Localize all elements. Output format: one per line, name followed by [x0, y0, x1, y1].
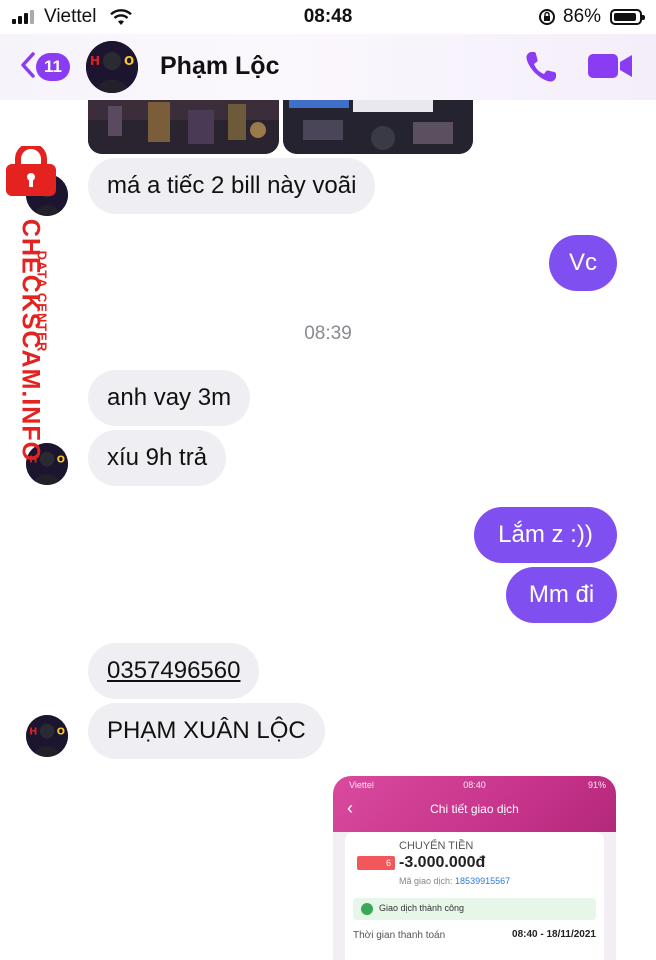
receipt-card: 6 CHUYỂN TIỀN -3.000.000đ Mã giao dịch: … — [345, 832, 604, 960]
incoming-message[interactable]: má a tiếc 2 bill này voãi — [88, 158, 376, 214]
sender-avatar[interactable]: H O — [26, 715, 68, 757]
timestamp-divider: 08:39 — [304, 323, 352, 344]
battery-percent: 86% — [563, 6, 602, 27]
transaction-type: CHUYỂN TIỀN — [399, 840, 474, 852]
message-text: má a tiếc 2 bill này voãi — [107, 172, 357, 199]
contact-avatar[interactable]: H O — [86, 41, 138, 93]
transaction-amount: -3.000.000đ — [399, 854, 486, 871]
outgoing-message[interactable]: Lắm z :)) — [474, 507, 617, 563]
transfer-receipt-image[interactable]: Viettel 08:40 91% ‹ Chi tiết giao dịch 6… — [333, 776, 616, 960]
phone-number-link[interactable]: 0357496560 — [107, 657, 240, 684]
phone-icon[interactable] — [522, 48, 560, 86]
outgoing-message[interactable]: Mm đi — [506, 567, 617, 623]
transaction-code-label: Mã giao dịch: — [399, 876, 453, 886]
status-text: Giao dịch thành công — [379, 903, 465, 913]
check-icon — [361, 903, 373, 915]
transfer-badge-icon: 6 — [357, 856, 395, 870]
avatar-image: H O — [26, 715, 68, 757]
transaction-code: 18539915567 — [455, 876, 511, 886]
back-chevron-icon — [21, 52, 35, 78]
svg-text:O: O — [124, 54, 134, 68]
clock: 08:48 — [303, 6, 353, 27]
incoming-message[interactable]: xíu 9h trả — [88, 430, 227, 486]
chat-header: 11 H O Phạm Lộc — [0, 34, 656, 100]
message-text: Lắm z :)) — [498, 521, 593, 548]
svg-text:H: H — [90, 54, 100, 68]
transaction-code-row: Mã giao dịch: 18539915567 — [399, 876, 510, 886]
checkscam-watermark: CHECKSCAM.INFO DATA CENTER — [2, 146, 72, 466]
receipt-header: Viettel 08:40 91% ‹ Chi tiết giao dịch — [333, 776, 616, 832]
game-screenshot-image — [283, 100, 473, 154]
rotation-lock-icon — [539, 9, 555, 25]
svg-text:O: O — [57, 726, 65, 737]
video-camera-icon[interactable] — [586, 50, 634, 82]
receipt-title: Chi tiết giao dịch — [430, 802, 519, 816]
back-button[interactable]: 11 — [20, 50, 70, 84]
payment-time-value: 08:40 - 18/11/2021 — [512, 929, 596, 940]
unread-count-badge: 11 — [36, 53, 70, 81]
message-text: Vc — [568, 249, 597, 276]
receipt-clock: 08:40 — [463, 780, 486, 790]
watermark-sub-text: DATA CENTER — [34, 250, 50, 353]
message-text: anh vay 3m — [107, 384, 232, 411]
padlock-icon — [6, 146, 56, 196]
status-banner: Giao dịch thành công — [353, 898, 596, 920]
incoming-message[interactable]: PHẠM XUÂN LỘC — [88, 703, 325, 759]
svg-text:H: H — [29, 726, 37, 737]
battery-icon — [610, 9, 645, 25]
outgoing-message[interactable]: Vc — [549, 235, 617, 291]
receipt-battery: 91% — [587, 780, 606, 790]
incoming-message[interactable]: 0357496560 — [88, 643, 260, 699]
message-text: Mm đi — [528, 581, 595, 608]
message-thread[interactable]: má a tiếc 2 bill này voãi Vc 08:39 anh v… — [0, 100, 656, 960]
message-text: xíu 9h trả — [107, 444, 208, 471]
payment-time-label: Thời gian thanh toán — [353, 930, 446, 941]
incoming-message[interactable]: anh vay 3m — [88, 370, 251, 426]
image-attachment[interactable] — [88, 100, 279, 154]
contact-name[interactable]: Phạm Lộc — [160, 52, 279, 81]
message-text: PHẠM XUÂN LỘC — [107, 717, 306, 744]
status-bar: Viettel 08:48 86% — [0, 0, 656, 34]
image-attachment[interactable] — [283, 100, 473, 154]
avatar-image: H O — [86, 41, 138, 93]
game-screenshot-image — [88, 100, 279, 154]
